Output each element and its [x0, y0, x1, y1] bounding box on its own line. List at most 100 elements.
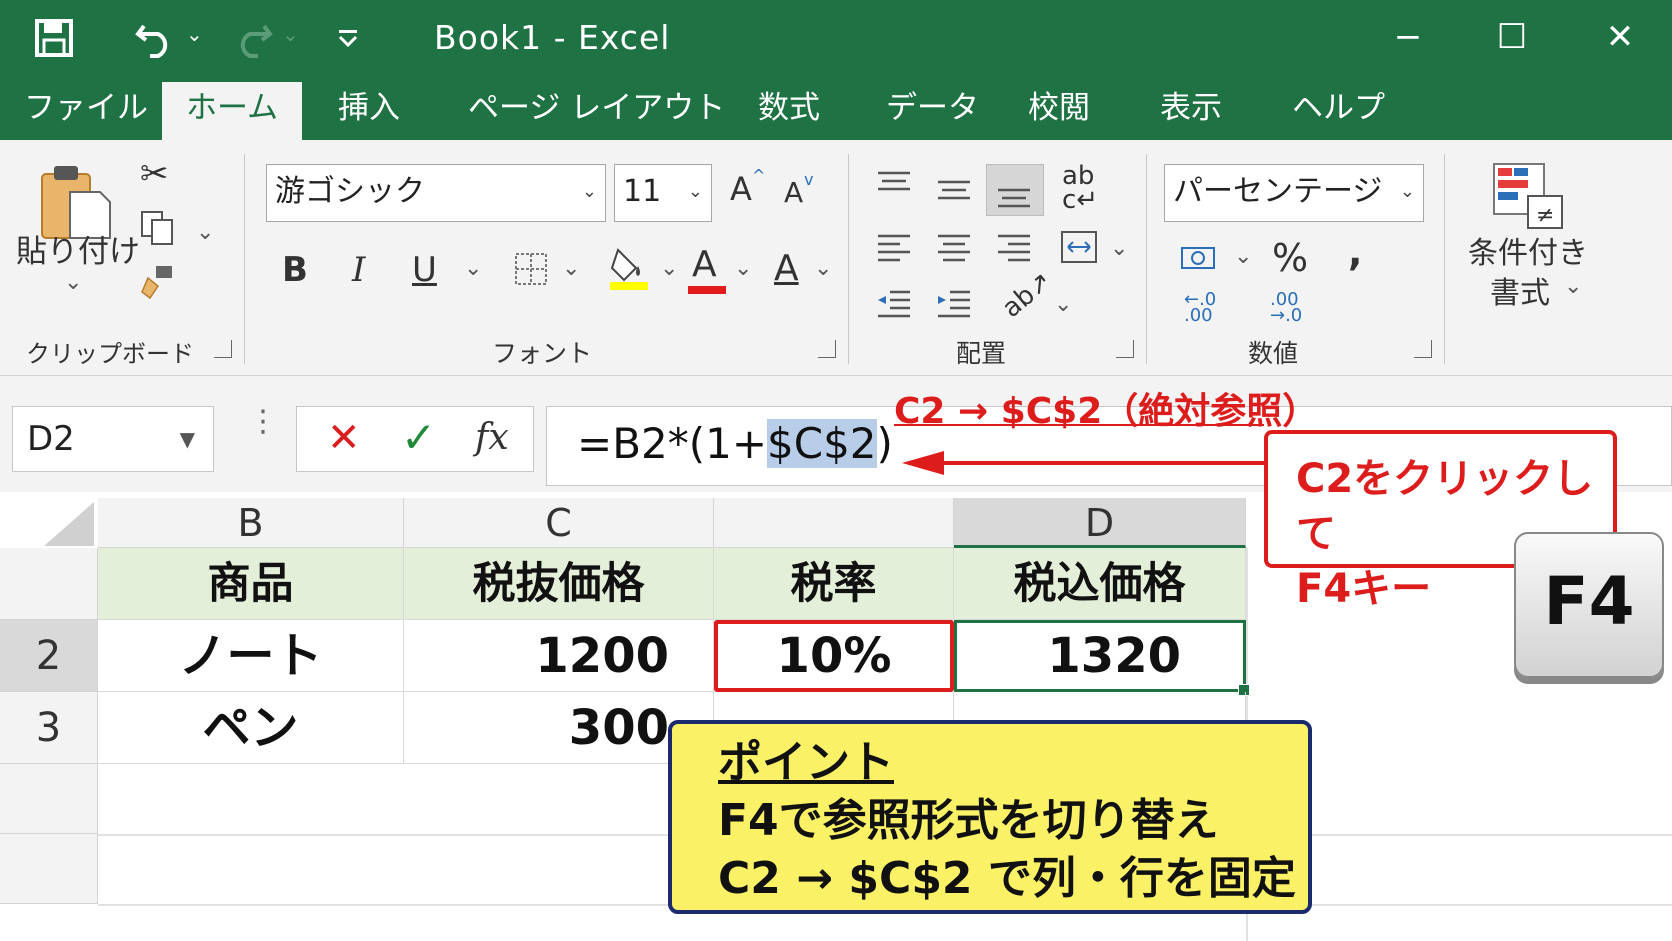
orientation-dropdown-icon[interactable]: ⌄	[1054, 292, 1072, 317]
cell-d1[interactable]: 税込価格	[954, 548, 1246, 620]
undo-dropdown-icon[interactable]: ⌄	[186, 22, 203, 46]
underline-dropdown-icon[interactable]: ⌄	[464, 256, 482, 281]
tab-file[interactable]: ファイル	[10, 86, 162, 140]
font-group-label: フォント	[492, 339, 593, 368]
column-header-b[interactable]: B	[98, 498, 404, 548]
redo-icon[interactable]	[232, 18, 274, 58]
font-color-button[interactable]: A	[692, 244, 717, 285]
shrink-font-button[interactable]: A	[784, 176, 803, 209]
redo-dropdown-icon[interactable]: ⌄	[282, 22, 299, 46]
copy-icon[interactable]	[140, 210, 176, 248]
row-header-3[interactable]: 3	[0, 692, 98, 764]
insert-function-button[interactable]: fx	[475, 417, 509, 458]
borders-icon[interactable]	[514, 252, 548, 286]
format-painter-icon[interactable]	[140, 264, 176, 300]
cell-b2[interactable]: ノート	[98, 620, 404, 692]
align-middle-icon[interactable]	[936, 176, 972, 206]
customize-qat-icon[interactable]	[336, 26, 360, 50]
cell-b3[interactable]: ペン	[98, 692, 404, 764]
font-launcher-icon[interactable]	[818, 340, 836, 358]
cut-icon[interactable]: ✂	[140, 154, 169, 194]
cell-b1[interactable]: 商品	[98, 548, 404, 620]
fill-color-icon[interactable]	[608, 244, 650, 290]
tab-help[interactable]: ヘルプ	[1278, 86, 1399, 140]
decrease-indent-icon[interactable]	[876, 288, 912, 318]
point-title: ポイント	[718, 737, 894, 788]
tab-data[interactable]: データ	[872, 86, 993, 140]
save-icon[interactable]	[34, 18, 74, 58]
align-left-icon[interactable]	[876, 232, 912, 262]
accounting-format-icon[interactable]	[1180, 240, 1220, 276]
orientation-icon[interactable]: ab↗	[997, 266, 1058, 324]
row-header-4[interactable]	[0, 764, 98, 834]
increase-indent-icon[interactable]	[936, 288, 972, 318]
name-box[interactable]: D2 ▼	[12, 406, 214, 472]
select-all-corner[interactable]	[38, 498, 98, 550]
font-color-dropdown-icon[interactable]: ⌄	[734, 256, 752, 281]
grow-font-button[interactable]: A	[730, 170, 752, 208]
align-center-icon[interactable]	[936, 232, 972, 262]
minimize-button[interactable]: −	[1378, 12, 1438, 62]
number-launcher-icon[interactable]	[1414, 340, 1432, 358]
maximize-button[interactable]: ☐	[1482, 12, 1542, 62]
more-options-icon[interactable]: ⋮	[248, 407, 278, 437]
accounting-dropdown-icon[interactable]: ⌄	[1234, 244, 1252, 269]
absolute-reference-annotation: C2 → $C$2（絶対参照）	[894, 391, 1319, 432]
cell-d2[interactable]: 1320	[954, 620, 1246, 692]
percent-style-button[interactable]: %	[1272, 236, 1308, 280]
fill-color-dropdown-icon[interactable]: ⌄	[660, 256, 678, 281]
tab-insert[interactable]: 挿入	[324, 86, 414, 140]
svg-text:≠: ≠	[1536, 203, 1554, 228]
cell-tax-rate-2[interactable]: 10%	[714, 620, 954, 692]
copy-dropdown-icon[interactable]: ⌄	[196, 220, 214, 245]
column-header-blank[interactable]	[714, 498, 954, 548]
merge-dropdown-icon[interactable]: ⌄	[1110, 236, 1128, 261]
text-effects-button[interactable]: A	[774, 248, 799, 289]
number-format-select[interactable]: パーセンテージ ⌄	[1164, 164, 1424, 222]
tab-page-layout[interactable]: ページ レイアウト	[454, 86, 739, 140]
font-name-select[interactable]: 游ゴシック ⌄	[266, 164, 606, 222]
conditional-formatting-label-2[interactable]: 書式	[1490, 268, 1550, 312]
font-color-swatch	[688, 286, 726, 294]
merge-center-icon[interactable]	[1060, 230, 1098, 264]
font-size-select[interactable]: 11 ⌄	[614, 164, 712, 222]
increase-decimal-icon[interactable]: ←.0.00	[1184, 291, 1216, 325]
cell-c2[interactable]: 1200	[404, 620, 714, 692]
align-top-icon[interactable]	[876, 170, 912, 200]
arrow-icon	[902, 451, 1266, 475]
cancel-formula-button[interactable]: ✕	[327, 415, 361, 461]
number-format-value: パーセンテージ	[1173, 174, 1383, 209]
wrap-text-icon[interactable]: ab c↵	[1062, 163, 1098, 213]
underline-button[interactable]: U	[412, 250, 437, 290]
cell-blank1[interactable]: 税率	[714, 548, 954, 620]
text-effects-dropdown-icon[interactable]: ⌄	[814, 256, 832, 281]
paste-label[interactable]: 貼り付け	[16, 226, 140, 271]
paste-dropdown-icon[interactable]: ⌄	[64, 270, 82, 295]
row-header-5[interactable]	[0, 834, 98, 904]
comma-style-button[interactable]: ,	[1348, 230, 1362, 274]
confirm-formula-button[interactable]: ✓	[401, 413, 436, 462]
tab-home[interactable]: ホーム	[162, 82, 302, 140]
row-header-1[interactable]	[0, 548, 98, 620]
tab-review[interactable]: 校閲	[1014, 86, 1104, 140]
close-button[interactable]: ✕	[1590, 12, 1650, 62]
column-header-d[interactable]: D	[954, 498, 1246, 548]
bold-button[interactable]: B	[282, 250, 308, 290]
borders-dropdown-icon[interactable]: ⌄	[562, 256, 580, 281]
cell-c1[interactable]: 税抜価格	[404, 548, 714, 620]
column-header-c[interactable]: C	[404, 498, 714, 548]
tab-formulas[interactable]: 数式	[744, 86, 834, 140]
undo-icon[interactable]	[134, 18, 176, 58]
align-right-icon[interactable]	[996, 232, 1032, 262]
clipboard-launcher-icon[interactable]	[214, 340, 232, 358]
point-line-1: F4で参照形式を切り替え	[718, 795, 1219, 846]
conditional-formatting-icon[interactable]: ≠	[1492, 162, 1566, 232]
italic-button[interactable]: I	[352, 250, 365, 290]
conditional-formatting-dropdown-icon[interactable]: ⌄	[1564, 274, 1582, 299]
tab-view[interactable]: 表示	[1146, 86, 1236, 140]
conditional-formatting-label[interactable]: 条件付き	[1468, 228, 1588, 272]
alignment-launcher-icon[interactable]	[1116, 340, 1134, 358]
chevron-down-icon: ▼	[179, 427, 195, 451]
row-header-2[interactable]: 2	[0, 620, 98, 692]
decrease-decimal-icon[interactable]: .00 →.0	[1270, 291, 1302, 325]
